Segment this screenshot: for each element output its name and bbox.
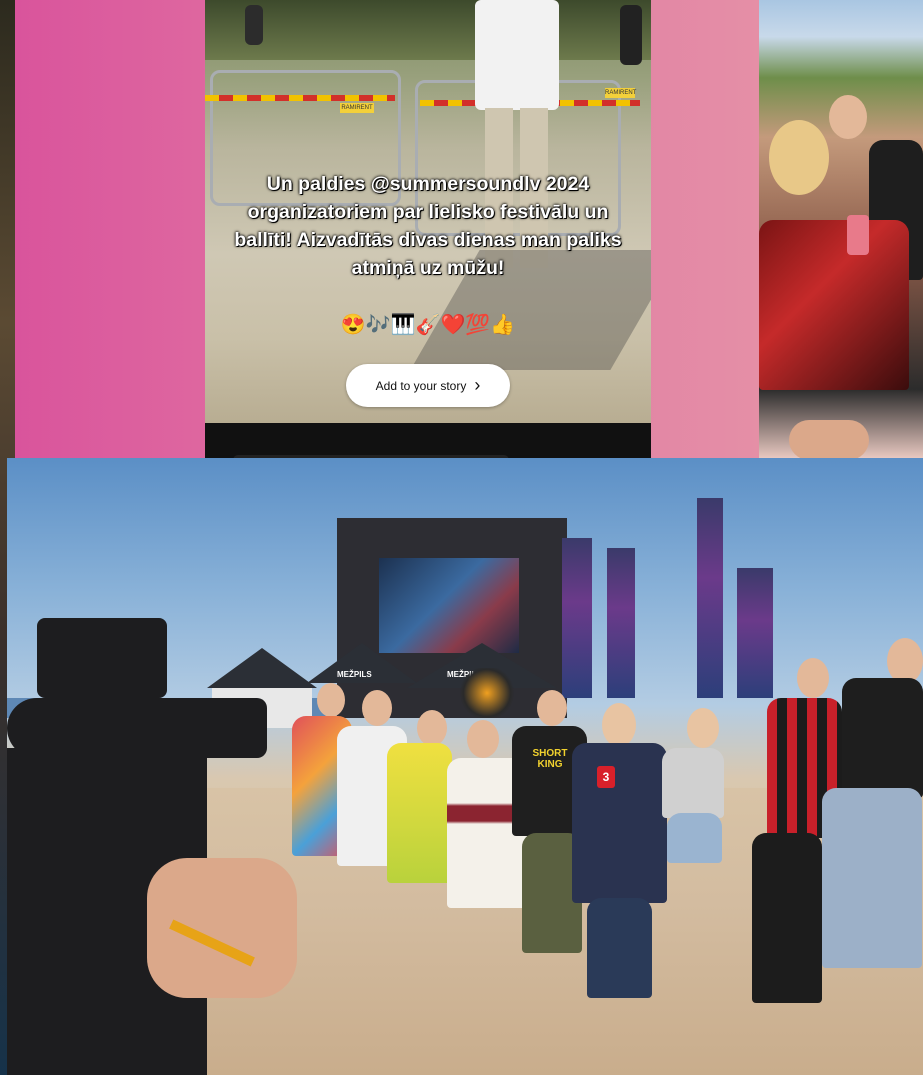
person-head-pirate (467, 720, 499, 758)
person-yellow-dress (387, 743, 452, 883)
person-head (417, 710, 447, 746)
chevron-right-icon: › (474, 374, 481, 395)
crowd-photo (759, 0, 923, 458)
hand (789, 420, 869, 458)
reporter-jeans (587, 898, 652, 998)
stage-screen (379, 558, 519, 653)
person-black-pants (752, 833, 822, 1003)
person-head (797, 658, 829, 698)
person-black-shirt (842, 678, 923, 798)
person-denim-shorts (667, 813, 722, 863)
person-head (537, 690, 567, 726)
person-head (687, 708, 719, 748)
person-head (317, 683, 345, 717)
trees-background (205, 0, 651, 60)
stage-tower (697, 498, 723, 698)
add-to-story-label: Add to your story (375, 378, 467, 393)
barrier-sign: RAMIRENT (605, 88, 637, 98)
stage-tower (737, 568, 773, 698)
story-emoji-row: 😍🎶🎹🎸❤️💯👍 (340, 314, 516, 336)
reporter-jacket (572, 743, 667, 903)
person-grey-top (662, 748, 724, 818)
stage-tower (562, 538, 592, 698)
reporter-head (602, 703, 636, 747)
drink-can (847, 215, 869, 255)
camera-viewfinder (37, 618, 167, 698)
beach-festival-photo: MEŽPILS MEŽPILS SHORT KING 3 (7, 458, 923, 1075)
barrier-tape (205, 95, 395, 101)
blonde-person-head (769, 120, 829, 195)
person-head (362, 690, 392, 726)
add-to-story-button[interactable]: Add to your story › (346, 364, 510, 407)
background-person (245, 5, 263, 45)
person-red-plaid (759, 220, 909, 390)
feather-headdress (457, 668, 517, 718)
barrier-sign: RAMIRENT (340, 103, 374, 113)
background-person (620, 5, 642, 65)
tent-label: MEŽPILS (337, 670, 372, 679)
person-head (829, 95, 867, 139)
tent-roof (207, 648, 317, 688)
story-caption: Un paldies @summersoundlv 2024 organizat… (234, 173, 622, 279)
microphone-logo: 3 (597, 766, 615, 788)
stage-tower (607, 548, 635, 698)
person-jeans (822, 788, 922, 968)
person-white-shirt (475, 0, 559, 110)
story-footer-bar (205, 423, 651, 465)
